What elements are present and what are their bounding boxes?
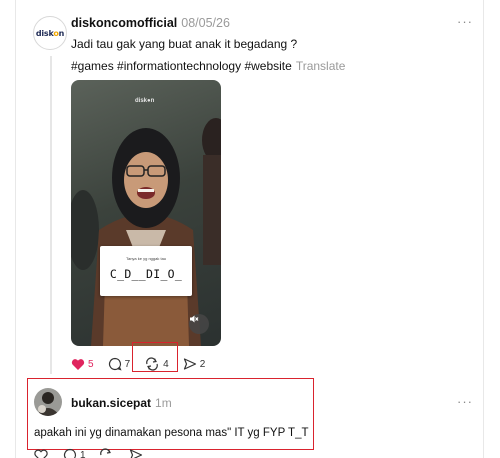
more-options-icon[interactable]: ··· — [457, 394, 473, 409]
heart-filled-icon — [71, 358, 85, 370]
video-watermark: disk●n — [135, 98, 155, 104]
reply-highlight-box — [27, 378, 314, 450]
comment-button[interactable]: 1 — [63, 448, 86, 458]
comment-icon — [108, 357, 122, 371]
left-border — [15, 0, 16, 458]
timestamp: 08/05/26 — [181, 16, 230, 30]
username[interactable]: diskoncomofficial — [71, 16, 177, 30]
post-header: diskoncomofficial 08/05/26 — [71, 16, 230, 30]
avatar[interactable]: diskon — [33, 16, 67, 50]
comment-count: 1 — [80, 449, 86, 458]
translate-link[interactable]: Translate — [296, 59, 346, 73]
video-player[interactable]: disk●n Tanya ke yg nggak tau C_D__DI_O_ — [71, 80, 221, 346]
comment-icon — [63, 448, 77, 458]
heart-icon — [34, 449, 48, 458]
share-button[interactable] — [129, 448, 146, 458]
card-word: C_D__DI_O_ — [109, 267, 183, 281]
timestamp: 1m — [155, 396, 172, 410]
right-border — [483, 0, 484, 458]
repost-highlight-box — [132, 342, 178, 372]
send-icon — [129, 449, 142, 458]
like-button[interactable]: 5 — [71, 358, 94, 371]
avatar[interactable] — [34, 388, 62, 416]
comment-button[interactable]: 7 — [108, 357, 131, 371]
word-card: Tanya ke yg nggak tau C_D__DI_O_ — [100, 246, 192, 296]
video-frame-illustration — [71, 118, 221, 346]
username[interactable]: bukan.sicepat — [71, 396, 151, 410]
reply-text: apakah ini yg dinamakan pesona mas" IT y… — [34, 427, 309, 439]
post-actions: 1 — [34, 448, 158, 458]
comment-count: 7 — [124, 358, 131, 370]
speaker-muted-icon — [190, 315, 199, 323]
post-header: bukan.sicepat 1m — [71, 396, 172, 410]
like-count: 5 — [88, 358, 94, 370]
post-text: Jadi tau gak yang buat anak it begadang … — [71, 37, 298, 51]
hashtags[interactable]: #games #informationtechnology #website — [71, 59, 292, 73]
diskon-logo: diskon — [35, 28, 65, 38]
repost-icon — [99, 448, 111, 456]
thread-line — [50, 56, 52, 374]
like-button[interactable] — [34, 449, 51, 458]
repost-button[interactable] — [98, 448, 117, 458]
mute-button[interactable] — [189, 314, 209, 334]
share-button[interactable]: 2 — [183, 357, 206, 371]
more-options-icon[interactable]: ··· — [457, 14, 473, 29]
post-hashtags: #games #informationtechnology #website Tr… — [71, 59, 345, 73]
user-photo-icon — [34, 388, 62, 416]
share-count: 2 — [199, 358, 206, 370]
send-icon — [183, 358, 196, 370]
card-caption: Tanya ke yg nggak tau — [125, 256, 167, 261]
